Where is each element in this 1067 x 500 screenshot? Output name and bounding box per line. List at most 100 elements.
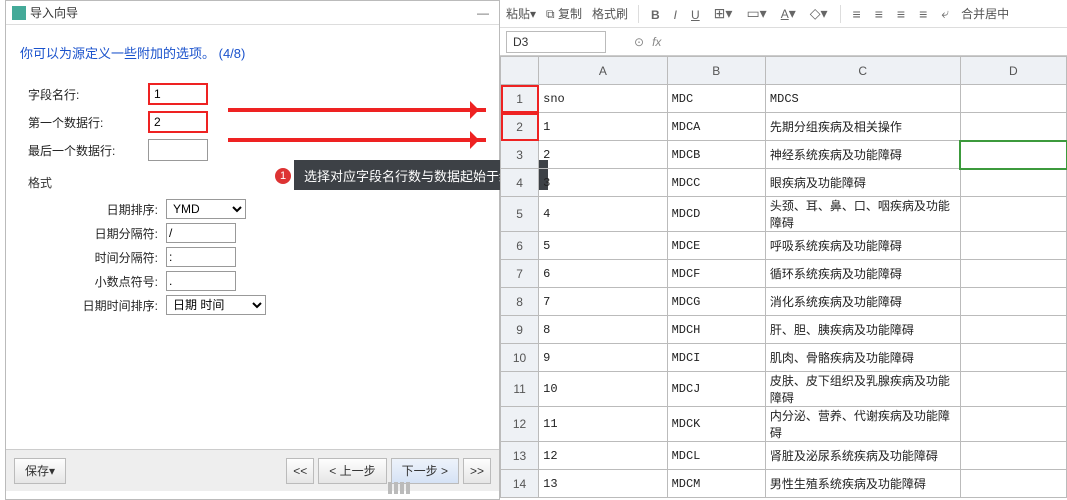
row-header[interactable]: 6 [501,232,539,260]
date-sep-input[interactable] [166,223,236,243]
row-header[interactable]: 10 [501,344,539,372]
underline-icon[interactable]: U [689,6,702,22]
cell[interactable] [960,442,1066,470]
row-header[interactable]: 5 [501,197,539,232]
select-all-corner[interactable] [501,57,539,85]
align-left-icon[interactable]: ≡ [851,6,863,22]
row-header[interactable]: 13 [501,442,539,470]
cell[interactable] [960,232,1066,260]
cell[interactable]: 13 [539,470,667,498]
cell[interactable]: 1 [539,113,667,141]
fill-color-icon[interactable]: ▭▾ [744,5,768,22]
cell[interactable] [960,407,1066,442]
prev-button[interactable]: < 上一步 [318,458,386,484]
border-icon[interactable]: ⊞▾ [712,5,735,22]
cell[interactable] [960,85,1066,113]
row-header[interactable]: 7 [501,260,539,288]
col-header[interactable]: B [667,57,765,85]
cell[interactable]: 9 [539,344,667,372]
last-button[interactable]: >> [463,458,491,484]
cell[interactable]: MDCM [667,470,765,498]
cell[interactable]: MDCJ [667,372,765,407]
cell[interactable] [960,169,1066,197]
last-data-row-input[interactable] [148,139,208,161]
cell[interactable]: MDCC [667,169,765,197]
cell[interactable]: MDCA [667,113,765,141]
cell[interactable]: 6 [539,260,667,288]
close-icon[interactable]: — [473,6,493,20]
cell[interactable]: MDCH [667,316,765,344]
cell[interactable]: MDCS [765,85,960,113]
decimal-input[interactable] [166,271,236,291]
row-header[interactable]: 3 [501,141,539,169]
cell[interactable]: sno [539,85,667,113]
field-row-input[interactable] [148,83,208,105]
name-box[interactable]: D3 [506,31,606,53]
cell[interactable]: 12 [539,442,667,470]
row-header[interactable]: 8 [501,288,539,316]
fx-icon[interactable]: ⊙ [634,35,644,49]
cell[interactable]: 皮肤、皮下组织及乳腺疾病及功能障碍 [765,372,960,407]
row-header[interactable]: 9 [501,316,539,344]
col-header[interactable]: C [765,57,960,85]
cell[interactable] [960,113,1066,141]
clear-icon[interactable]: ◇▾ [808,5,830,22]
col-header[interactable]: A [539,57,667,85]
cell[interactable]: 男性生殖系统疾病及功能障碍 [765,470,960,498]
cell[interactable]: 内分泌、营养、代谢疾病及功能障碍 [765,407,960,442]
cell[interactable]: 8 [539,316,667,344]
cell[interactable]: 神经系统疾病及功能障碍 [765,141,960,169]
next-button[interactable]: 下一步 > [391,458,459,484]
row-header[interactable]: 4 [501,169,539,197]
cell[interactable]: MDCE [667,232,765,260]
bold-icon[interactable]: B [649,6,662,22]
col-header[interactable]: D [960,57,1066,85]
time-sep-input[interactable] [166,247,236,267]
date-order-select[interactable]: YMD [166,199,246,219]
cell[interactable]: 先期分组疾病及相关操作 [765,113,960,141]
copy-button[interactable]: ⧉ 复制 [546,5,582,22]
row-header[interactable]: 14 [501,470,539,498]
first-data-row-input[interactable] [148,111,208,133]
row-header[interactable]: 12 [501,407,539,442]
dialog-titlebar[interactable]: 导入向导 — [6,1,499,25]
wrap-icon[interactable]: ⤶ [939,5,951,22]
cell[interactable]: MDCI [667,344,765,372]
fx-label[interactable]: fx [652,35,661,49]
row-header[interactable]: 1 [501,85,539,113]
cell[interactable] [960,344,1066,372]
cell[interactable]: 11 [539,407,667,442]
cell[interactable]: MDC [667,85,765,113]
cell[interactable]: 7 [539,288,667,316]
cell[interactable] [960,316,1066,344]
cell[interactable] [960,470,1066,498]
cell[interactable]: 5 [539,232,667,260]
cell[interactable]: 循环系统疾病及功能障碍 [765,260,960,288]
cell[interactable]: 消化系统疾病及功能障碍 [765,288,960,316]
cell[interactable]: 2 [539,141,667,169]
cell[interactable]: MDCL [667,442,765,470]
merge-button[interactable]: 合并居中 [961,5,1009,22]
cell[interactable]: 眼疾病及功能障碍 [765,169,960,197]
cell[interactable]: MDCD [667,197,765,232]
cell[interactable]: 肾脏及泌尿系统疾病及功能障碍 [765,442,960,470]
cell[interactable]: 4 [539,197,667,232]
paste-button[interactable]: 粘贴▾ [506,5,536,22]
first-button[interactable]: << [286,458,314,484]
cell[interactable] [960,197,1066,232]
cell[interactable] [960,260,1066,288]
cell[interactable] [960,288,1066,316]
row-header[interactable]: 2 [501,113,539,141]
format-painter-button[interactable]: 格式刷 [592,5,628,22]
cell[interactable] [960,141,1066,169]
cell[interactable]: 头颈、耳、鼻、口、咽疾病及功能障碍 [765,197,960,232]
cell[interactable]: 10 [539,372,667,407]
cell[interactable]: MDCG [667,288,765,316]
cell[interactable]: MDCF [667,260,765,288]
cell[interactable]: 肌肉、骨骼疾病及功能障碍 [765,344,960,372]
align-right-icon[interactable]: ≡ [895,6,907,22]
row-header[interactable]: 11 [501,372,539,407]
dt-order-select[interactable]: 日期 时间 [166,295,266,315]
save-button[interactable]: 保存▾ [14,458,66,484]
spreadsheet-grid[interactable]: A B C D 1 sno MDC MDCS 2 1 MDCA 先期分组疾病及相… [500,56,1067,498]
